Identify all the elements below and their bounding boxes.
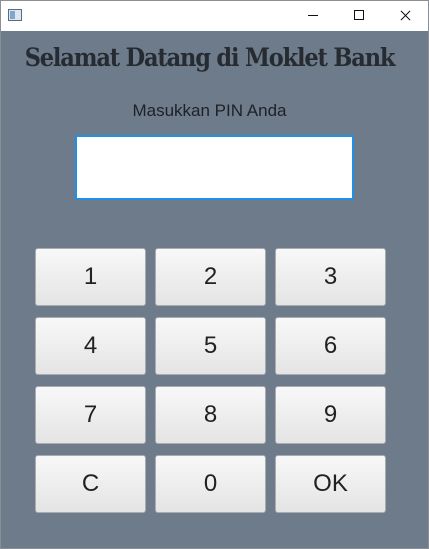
key-6-button[interactable]: 6 <box>275 317 386 375</box>
key-7-button[interactable]: 7 <box>35 386 146 444</box>
app-window: Selamat Datang di Moklet Bank Masukkan P… <box>0 0 429 549</box>
key-4-button[interactable]: 4 <box>35 317 146 375</box>
pin-input[interactable] <box>75 135 354 200</box>
key-3-button[interactable]: 3 <box>275 248 386 306</box>
maximize-button[interactable] <box>336 1 382 31</box>
key-8-button[interactable]: 8 <box>155 386 266 444</box>
clear-button[interactable]: C <box>35 455 146 513</box>
key-9-button[interactable]: 9 <box>275 386 386 444</box>
app-icon <box>8 9 22 21</box>
key-0-button[interactable]: 0 <box>155 455 266 513</box>
welcome-title: Selamat Datang di Moklet Bank <box>24 43 396 72</box>
key-1-button[interactable]: 1 <box>35 248 146 306</box>
key-5-button[interactable]: 5 <box>155 317 266 375</box>
minimize-button[interactable] <box>290 1 336 31</box>
keypad: 1 2 3 4 5 6 7 8 9 C 0 OK <box>35 248 387 514</box>
title-bar <box>1 1 428 31</box>
key-2-button[interactable]: 2 <box>155 248 266 306</box>
ok-button[interactable]: OK <box>275 455 386 513</box>
close-button[interactable] <box>382 1 428 31</box>
pin-label: Masukkan PIN Anda <box>132 101 287 120</box>
